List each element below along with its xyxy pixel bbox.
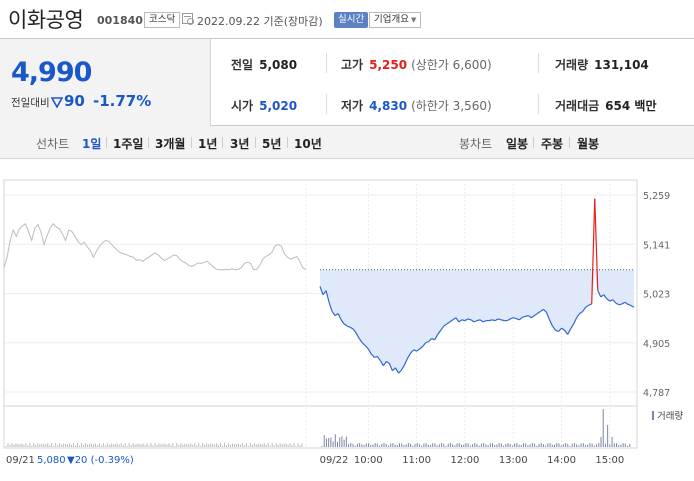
stat-prev: 전일 5,080: [231, 56, 297, 73]
series-today-segment: [525, 315, 529, 318]
tab-3m[interactable]: 3개월: [155, 135, 185, 152]
stat-high: 고가 5,250 (상한가 6,600): [341, 56, 492, 73]
series-today-segment: [488, 319, 493, 322]
y-tick-label: 4,905: [643, 339, 670, 350]
stat-low: 저가 4,830 (하한가 3,560): [341, 97, 492, 114]
x-tick-label: 10:00: [354, 455, 383, 466]
stock-code: 001840: [97, 14, 143, 27]
volume-plot-frame: [3, 405, 638, 449]
series-prev-day-line: [3, 223, 307, 271]
x-tick-label: 13:00: [499, 455, 528, 466]
y-tick-label: 5,259: [643, 191, 670, 202]
tab-5y[interactable]: 5년: [262, 135, 281, 152]
series-today-segment: [467, 318, 472, 321]
x-tick-label: 15:00: [595, 455, 624, 466]
divider: [191, 137, 192, 148]
stat-prev-label: 전일: [231, 58, 254, 72]
x-tick-label: 14:00: [547, 455, 576, 466]
y-tick-label: 5,023: [643, 290, 670, 301]
divider: [222, 137, 223, 148]
series-today-segment: [500, 319, 505, 322]
x-tick-label: 12:00: [451, 455, 480, 466]
stat-volume: 거래량 131,104: [555, 56, 649, 73]
change-rate: -1.77%: [93, 92, 152, 110]
series-today-segment: [618, 303, 623, 306]
volume-legend-label: 거래량: [657, 410, 683, 422]
base-date: 2022.09.22 기준(장마감): [197, 15, 323, 28]
series-today-segment: [476, 319, 481, 322]
company-info-button[interactable]: 기업개요 ▼: [369, 12, 422, 28]
tab-daily[interactable]: 일봉: [506, 135, 528, 152]
stat-open: 시가 5,020: [231, 97, 297, 114]
series-today-segment: [491, 319, 496, 322]
x-tick-label: 11:00: [402, 455, 431, 466]
stat-low-value: 4,830: [369, 99, 408, 113]
tab-1d[interactable]: 1일: [82, 135, 101, 152]
current-price-box: 4,990 전일대비 90 -1.77%: [0, 39, 211, 126]
footer-date: 09/21: [6, 455, 35, 466]
chevron-down-icon: ▼: [410, 16, 417, 24]
chart-canvas: 5,259 5,141 5,023 4,905 4,787 09/22 10:00 11:00…: [3, 179, 683, 466]
line-chart-label: 선차트: [36, 137, 70, 151]
stat-volume-label: 거래량: [555, 58, 589, 72]
y-tick-label: 4,787: [643, 388, 670, 399]
stat-open-value: 5,020: [259, 99, 298, 113]
tab-3y[interactable]: 3년: [230, 135, 249, 152]
divider: [326, 53, 327, 73]
series-today-segment: [497, 318, 502, 321]
footer-change: ▼20 (-0.39%): [67, 455, 134, 466]
price-panel: 4,990 전일대비 90 -1.77% 전일 5,080 고가 5,250 (상한가…: [0, 38, 694, 126]
stat-amount-value: 654 백만: [605, 99, 657, 113]
divider: [538, 94, 539, 114]
stat-high-value: 5,250: [369, 58, 408, 72]
stat-high-label: 고가: [341, 58, 364, 72]
series-today-segment: [461, 319, 466, 322]
stat-open-label: 시가: [231, 99, 254, 113]
change-value: 90: [64, 92, 85, 110]
series-today-segment: [591, 198, 596, 304]
stat-lower-limit: (하한가 3,560): [411, 99, 492, 113]
clock-icon: [182, 13, 194, 25]
divider: [255, 137, 256, 148]
realtime-button[interactable]: 실시간: [334, 12, 369, 28]
x-tick-label: 09/22: [320, 455, 349, 466]
stat-amount: 거래대금 654 백만: [555, 97, 656, 114]
divider: [148, 137, 149, 148]
stat-low-label: 저가: [341, 99, 364, 113]
market-badge: 코스닥: [144, 12, 181, 28]
company-info-label: 기업개요: [374, 14, 409, 25]
divider: [569, 137, 570, 148]
stat-amount-label: 거래대금: [555, 99, 600, 113]
candle-chart-label: 봉차트: [459, 137, 493, 151]
stock-name: 이화공영: [8, 8, 84, 32]
stat-volume-value: 131,104: [594, 58, 649, 72]
y-tick-label: 5,141: [643, 240, 670, 251]
change-label: 전일대비: [11, 97, 50, 109]
price-chart[interactable]: 5,259 5,141 5,023 4,905 4,787 09/22 10:00 11:00…: [0, 160, 694, 481]
divider: [538, 53, 539, 73]
current-price: 4,990: [11, 57, 92, 88]
series-today-segment: [513, 317, 517, 320]
divider: [326, 94, 327, 114]
stat-upper-limit: (상한가 6,600): [411, 58, 492, 72]
today-area-fill: [320, 269, 634, 374]
footer-close: 5,080: [37, 455, 66, 466]
down-arrow-icon: [51, 97, 63, 108]
tab-monthly[interactable]: 월봉: [577, 135, 599, 152]
stock-header: 이화공영 001840 코스닥 2022.09.22 기준(장마감) 실시간 기…: [0, 0, 694, 38]
series-today-segment: [522, 315, 526, 318]
tab-weekly[interactable]: 주봉: [541, 135, 563, 152]
tab-10y[interactable]: 10년: [294, 135, 322, 152]
volume-legend-swatch: [652, 411, 654, 420]
divider: [533, 137, 534, 148]
divider: [287, 137, 288, 148]
tab-1y[interactable]: 1년: [198, 135, 217, 152]
stat-prev-value: 5,080: [259, 58, 298, 72]
series-today-segment: [374, 355, 378, 358]
divider: [106, 137, 107, 148]
period-bar: 선차트 1일 1주일 3개월 1년 3년 5년 10년 봉차트 일봉 주봉 월봉: [0, 126, 694, 159]
tab-1w[interactable]: 1주일: [113, 135, 143, 152]
